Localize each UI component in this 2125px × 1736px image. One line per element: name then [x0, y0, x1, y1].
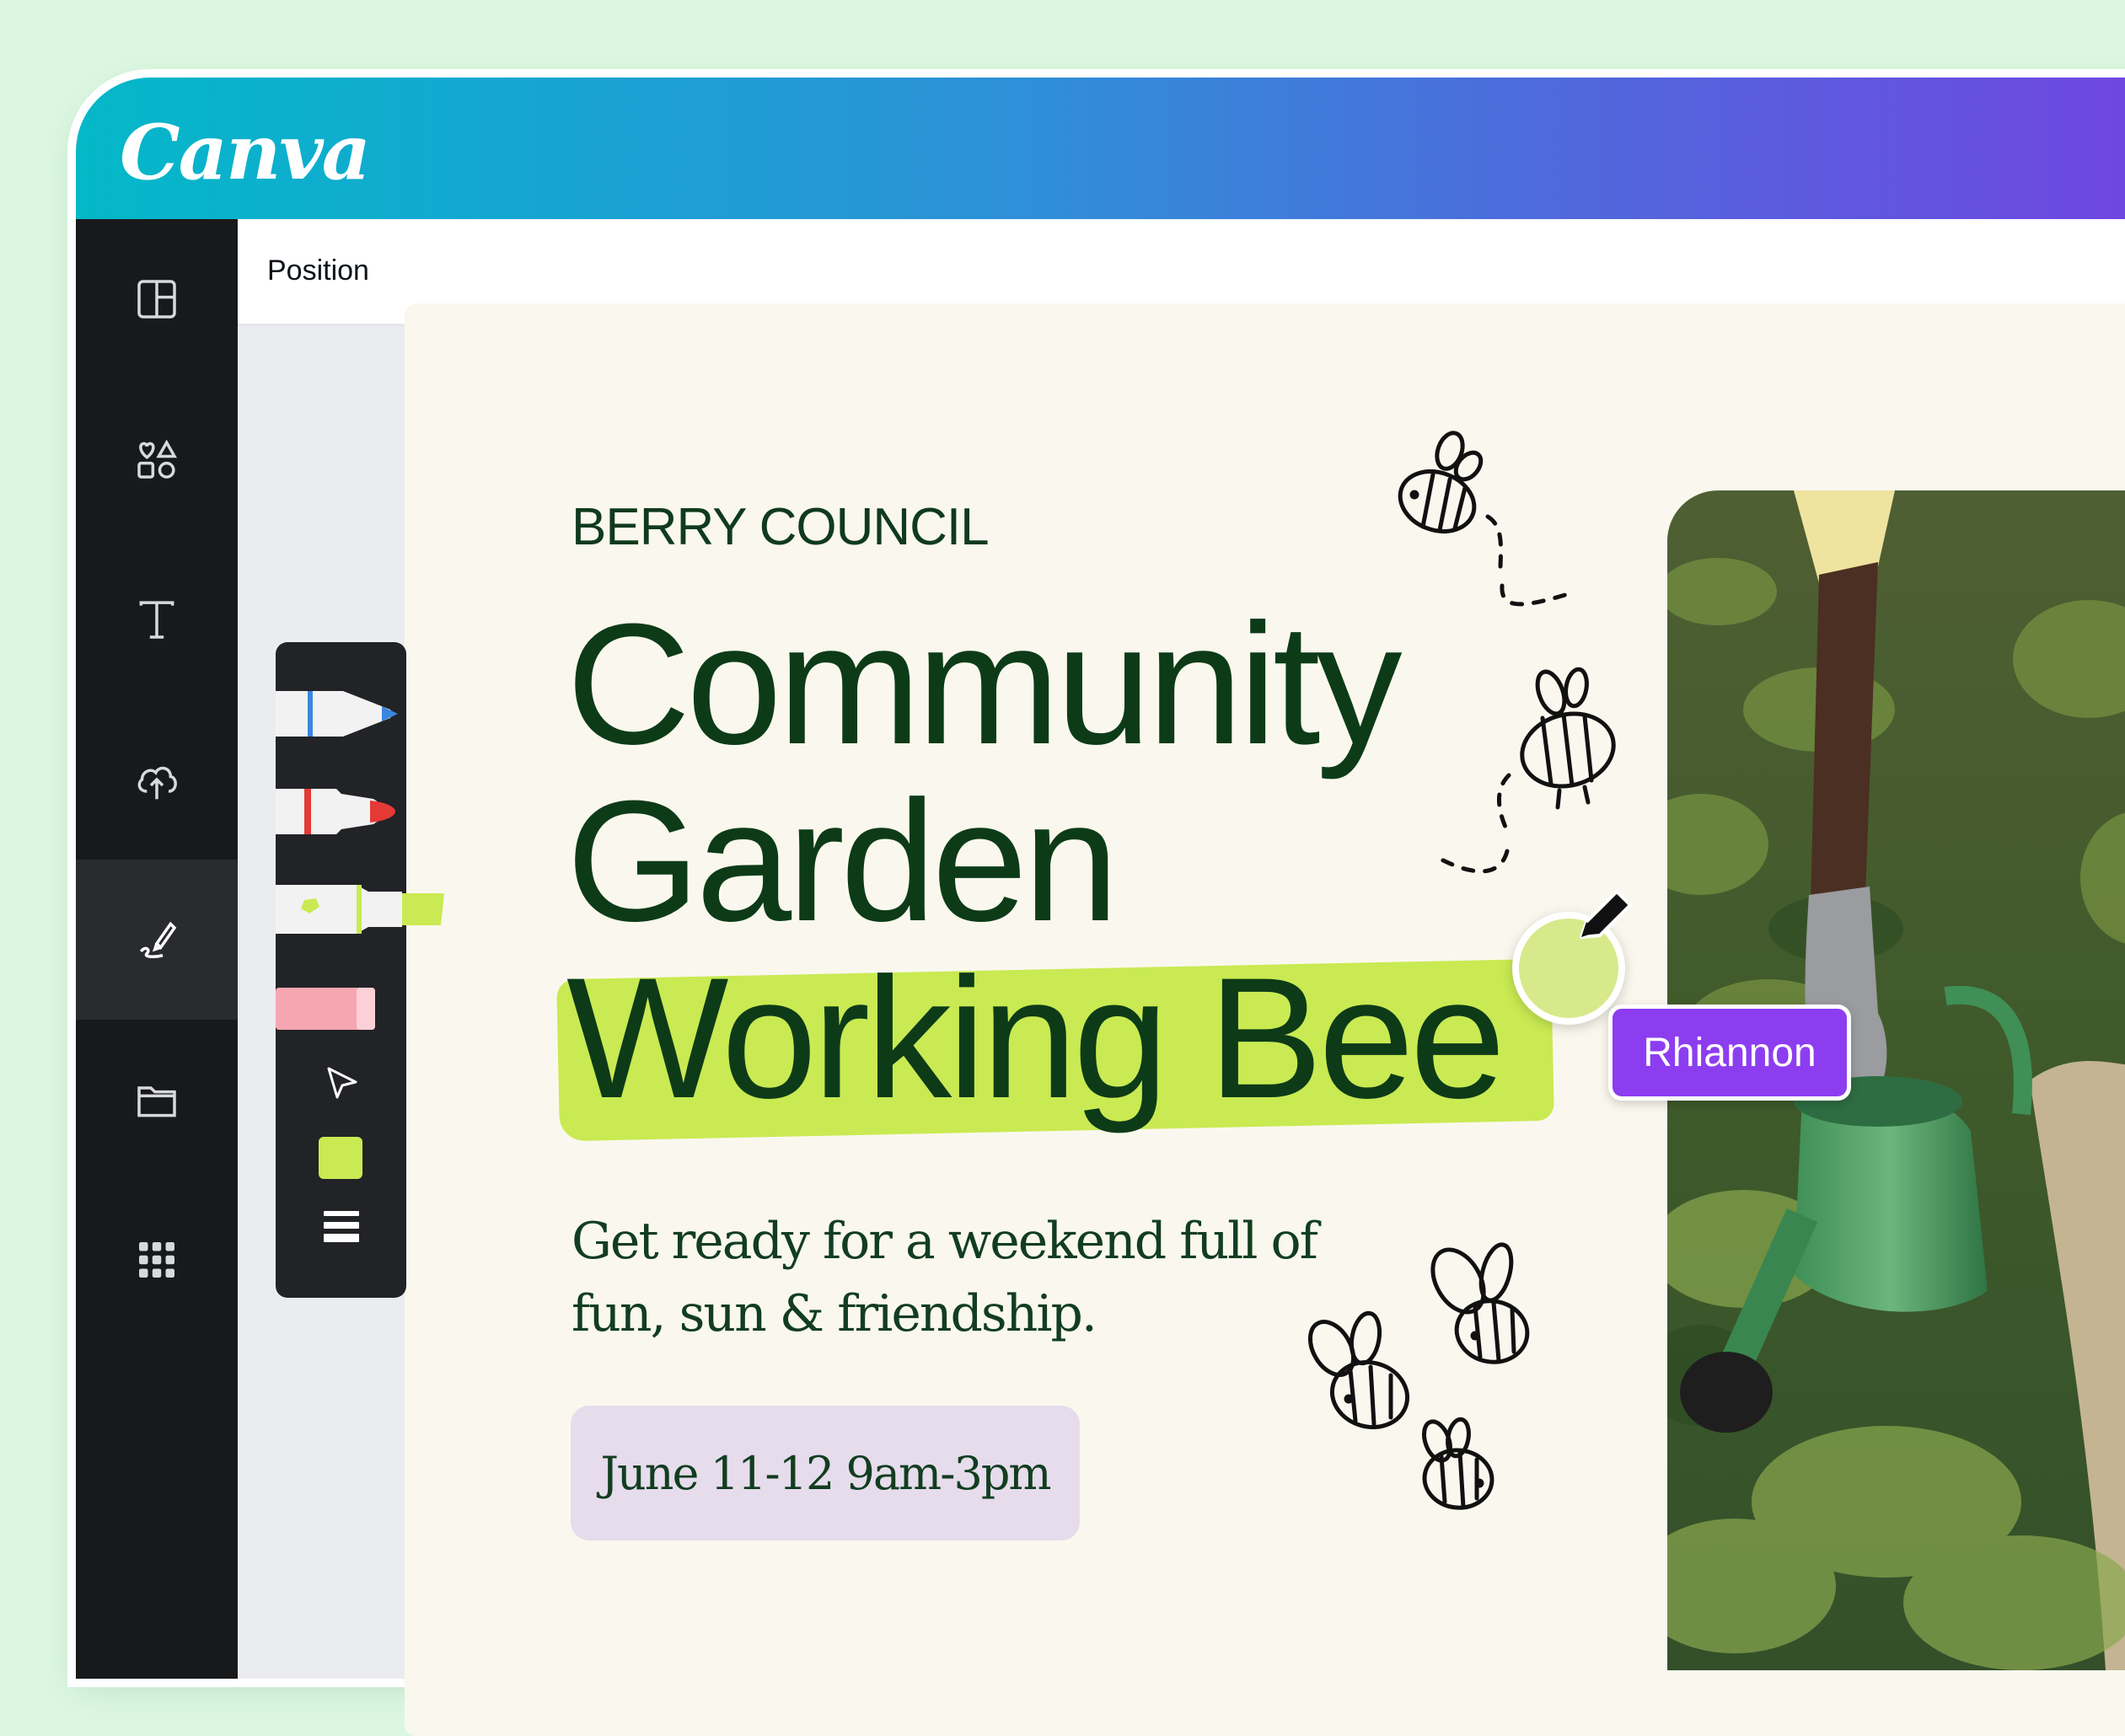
organization-name[interactable]: BERRY COUNCIL [571, 497, 990, 557]
bee-doodle-middle[interactable] [1416, 666, 1644, 902]
draw-icon [139, 921, 177, 958]
text-icon [139, 601, 174, 639]
headline-line-2[interactable]: Garden [566, 775, 1119, 947]
sidebar-item-apps[interactable] [76, 1180, 238, 1340]
green-highlighter-tool[interactable] [276, 880, 453, 939]
canva-logo[interactable]: Canva [120, 108, 371, 197]
sidebar [76, 219, 238, 1679]
blue-pen-tool[interactable] [276, 684, 406, 743]
collaborator-name-tag: Rhiannon [1608, 1005, 1851, 1101]
top-bar: Canva [76, 78, 2125, 219]
sidebar-item-draw[interactable] [76, 860, 238, 1020]
event-date: June 11-12 9am-3pm [600, 1446, 1051, 1500]
eraser-tool[interactable] [276, 979, 406, 1038]
poster-subtext[interactable]: Get ready for a weekend full of fun, sun… [571, 1205, 1330, 1350]
sidebar-item-elements[interactable] [76, 379, 238, 539]
bee-doodle-cluster[interactable] [1307, 1239, 1559, 1525]
subtext-line-1: Get ready for a weekend full of [571, 1212, 1318, 1271]
draw-tools-panel [276, 642, 444, 1298]
headline-line-1[interactable]: Community [566, 598, 1403, 770]
stroke-weight-icon[interactable] [322, 1209, 361, 1243]
sidebar-item-uploads[interactable] [76, 699, 238, 860]
color-swatch[interactable] [319, 1137, 362, 1179]
red-marker-tool[interactable] [276, 782, 406, 841]
elements-icon [137, 439, 178, 479]
sidebar-item-projects[interactable] [76, 1020, 238, 1180]
upload-cloud-icon [137, 766, 177, 800]
select-arrow-icon[interactable] [322, 1064, 361, 1102]
sidebar-item-text[interactable] [76, 539, 238, 699]
folder-icon [137, 1086, 176, 1117]
collaborator-name: Rhiannon [1643, 1030, 1816, 1075]
layout-icon [137, 280, 176, 319]
date-pill[interactable]: June 11-12 9am-3pm [571, 1406, 1080, 1540]
headline-line-3[interactable]: Working Bee [566, 952, 1505, 1124]
position-button[interactable]: Position [267, 255, 369, 287]
bee-doodle-top[interactable] [1382, 426, 1593, 645]
pencil-cursor-icon [1580, 890, 1632, 939]
apps-grid-icon [139, 1242, 174, 1278]
sidebar-item-design[interactable] [76, 219, 238, 379]
subtext-line-2: fun, sun & friendship. [571, 1284, 1097, 1343]
